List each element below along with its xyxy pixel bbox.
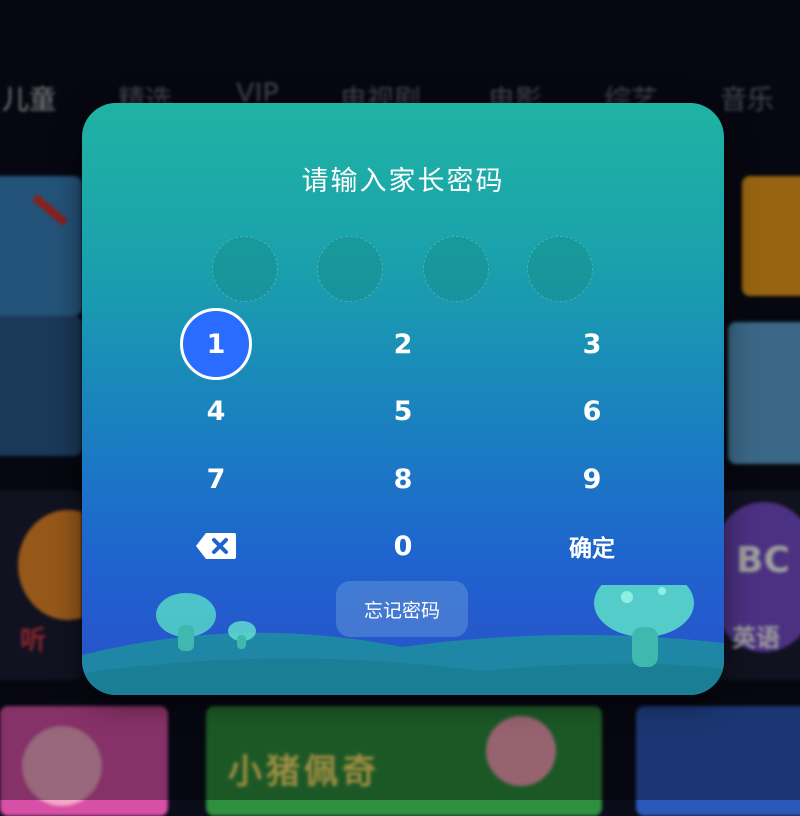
- key-5[interactable]: 5: [367, 375, 439, 447]
- key-2[interactable]: 2: [367, 308, 439, 380]
- parental-password-dialog: 请输入家长密码 1 2 3 4 5 6 7 8 9 0 确定 忘记密码: [82, 103, 724, 695]
- scenery-decoration: [82, 585, 724, 695]
- pin-slot-3: [423, 236, 489, 302]
- key-7[interactable]: 7: [180, 443, 252, 515]
- key-1[interactable]: 1: [180, 308, 252, 380]
- key-8[interactable]: 8: [367, 443, 439, 515]
- key-0[interactable]: 0: [367, 510, 439, 582]
- key-4[interactable]: 4: [180, 375, 252, 447]
- key-9[interactable]: 9: [556, 443, 628, 515]
- pin-slot-1: [212, 236, 278, 302]
- dialog-title: 请输入家长密码: [301, 166, 505, 197]
- key-6[interactable]: 6: [556, 375, 628, 447]
- backspace-icon: [196, 533, 236, 559]
- pin-slot-2: [317, 236, 383, 302]
- backspace-key[interactable]: [180, 510, 252, 582]
- pin-slot-4: [527, 236, 593, 302]
- confirm-button[interactable]: 确定: [547, 510, 637, 582]
- key-3[interactable]: 3: [556, 308, 628, 380]
